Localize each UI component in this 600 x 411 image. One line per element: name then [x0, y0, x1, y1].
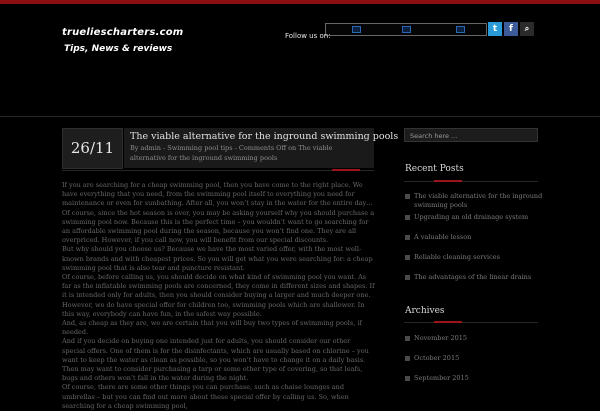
divider-accent — [332, 169, 360, 171]
header-divider — [0, 116, 600, 117]
recent-post-item[interactable]: Reliable cleaning services — [405, 253, 545, 262]
bullet-icon — [405, 235, 410, 240]
recent-post-item[interactable]: A valuable lesson — [405, 233, 545, 242]
recent-post-link[interactable]: Upgrading an old drainage system — [414, 213, 528, 221]
archive-link[interactable]: October 2015 — [414, 354, 459, 362]
bullet-icon — [405, 215, 410, 220]
recent-post-link[interactable]: The viable alternative for the inground … — [414, 192, 542, 209]
archives-title: Archives — [405, 306, 445, 316]
post-date: 26/11 — [62, 128, 123, 169]
recent-post-link[interactable]: The advantages of the linear drains — [414, 273, 531, 281]
top-accent-bar — [0, 0, 600, 4]
post-paragraph: And if you decide on buying one intended… — [62, 337, 369, 383]
recent-posts-list: The viable alternative for the inground … — [405, 192, 545, 282]
post-paragraph: But why should you choose us? Because we… — [62, 245, 373, 272]
bullet-icon — [405, 376, 410, 381]
sidebar-search-input[interactable]: Search here ... — [404, 128, 538, 142]
site-logo[interactable]: trueliescharters.com — [62, 27, 183, 38]
bullet-icon — [405, 255, 410, 260]
post-header: The viable alternative for the inground … — [124, 128, 398, 168]
post-paragraph: Of course, before calling us, you should… — [62, 273, 375, 318]
post-meta: By admin - Swimming pool tips - Comments… — [130, 144, 333, 162]
nav-image-icon[interactable] — [402, 26, 411, 33]
recent-post-item[interactable]: Upgrading an old drainage system — [405, 213, 545, 222]
post-paragraph: Of course, there are some other things y… — [62, 383, 349, 410]
bullet-icon — [405, 336, 410, 341]
archive-item[interactable]: November 2015 — [405, 334, 545, 343]
search-icon[interactable]: ⌕ — [520, 22, 534, 36]
recent-post-link[interactable]: A valuable lesson — [414, 233, 471, 241]
facebook-icon[interactable]: f — [504, 22, 518, 36]
twitter-icon[interactable]: t — [488, 22, 502, 36]
bullet-icon — [405, 356, 410, 361]
archive-link[interactable]: November 2015 — [414, 334, 467, 342]
follow-us-label: Follow us on: — [285, 32, 331, 40]
archive-item[interactable]: September 2015 — [405, 374, 545, 383]
recent-post-link[interactable]: Reliable cleaning services — [414, 253, 500, 261]
post-paragraph: And, as cheap as they are, we are certai… — [62, 319, 362, 337]
recent-posts-title: Recent Posts — [405, 164, 464, 174]
widget-divider — [404, 180, 538, 182]
divider-accent — [434, 180, 462, 182]
nav-image-icon[interactable] — [456, 26, 465, 33]
bullet-icon — [405, 275, 410, 280]
recent-post-item[interactable]: The viable alternative for the inground … — [405, 192, 545, 210]
top-navigation[interactable] — [325, 23, 487, 36]
post-paragraph: If you are searching for a cheap swimmin… — [62, 181, 373, 208]
post-divider — [62, 169, 374, 171]
archives-list: November 2015 October 2015 September 201… — [405, 334, 545, 383]
post-content: If you are searching for a cheap swimmin… — [62, 181, 375, 411]
post-paragraph: Of course, since the hot season is over,… — [62, 208, 375, 245]
post-title[interactable]: The viable alternative for the inground … — [130, 131, 398, 142]
archive-item[interactable]: October 2015 — [405, 354, 545, 363]
archive-link[interactable]: September 2015 — [414, 374, 469, 382]
nav-image-icon[interactable] — [352, 26, 361, 33]
bullet-icon — [405, 194, 410, 199]
recent-post-item[interactable]: The advantages of the linear drains — [405, 273, 545, 282]
widget-divider — [404, 321, 538, 323]
divider-accent — [434, 321, 462, 323]
site-tagline: Tips, News & reviews — [64, 44, 173, 54]
